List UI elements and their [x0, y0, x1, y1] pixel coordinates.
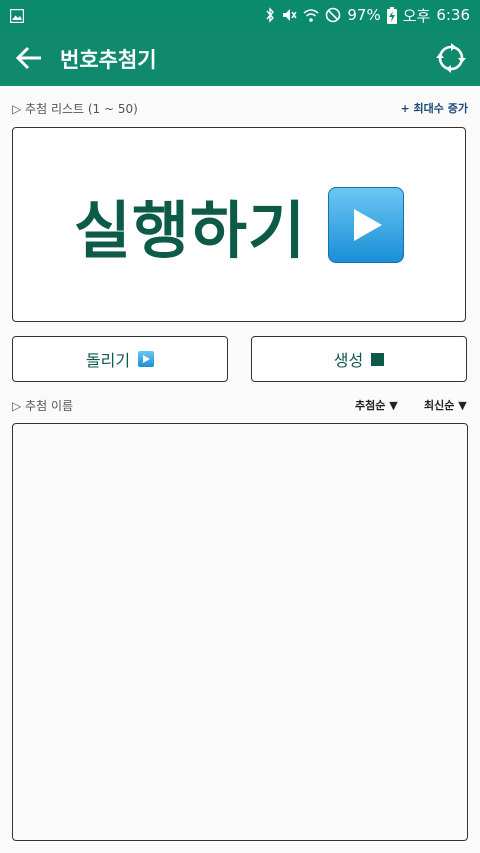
sort-by-latest-button[interactable]: 최신순 ▼ — [424, 397, 467, 413]
spin-button-label: 돌리기 — [85, 351, 131, 370]
sort-by-draw-button[interactable]: 추첨순 ▼ — [355, 397, 398, 413]
battery-charging-icon — [386, 6, 397, 24]
run-label: 실행하기 — [73, 193, 307, 267]
mute-icon — [281, 7, 297, 23]
image-notification-icon — [9, 8, 25, 27]
spin-button[interactable]: 돌리기 — [12, 336, 228, 382]
stop-square-icon — [371, 352, 385, 366]
increase-max-button[interactable]: + 최대수 증가 — [401, 100, 468, 116]
do-not-disturb-icon — [325, 7, 341, 23]
generate-button-label: 생성 — [333, 351, 364, 370]
draw-list-label: ▷ 추첨 리스트 (1 ~ 50) — [12, 102, 138, 116]
wifi-icon — [303, 7, 319, 23]
app-bar: 번호추첨기 — [0, 30, 480, 86]
refresh-icon[interactable] — [436, 43, 466, 73]
battery-percent: 97% — [347, 6, 381, 24]
status-bar: 97% 오후 6:36 — [0, 0, 480, 30]
back-arrow-icon[interactable] — [14, 44, 44, 72]
run-button[interactable]: 실행하기 — [12, 127, 466, 322]
play-icon — [328, 186, 405, 263]
page-title: 번호추첨기 — [60, 48, 157, 72]
draw-results-list[interactable] — [12, 423, 468, 841]
status-time: 6:36 — [436, 6, 470, 24]
generate-button[interactable]: 생성 — [251, 336, 467, 382]
draw-names-label: ▷ 추첨 이름 — [12, 399, 74, 413]
small-play-icon — [138, 351, 155, 367]
status-right: 97% 오후 6:36 — [265, 0, 470, 30]
bluetooth-icon — [265, 7, 275, 23]
status-ampm: 오후 — [402, 6, 431, 25]
